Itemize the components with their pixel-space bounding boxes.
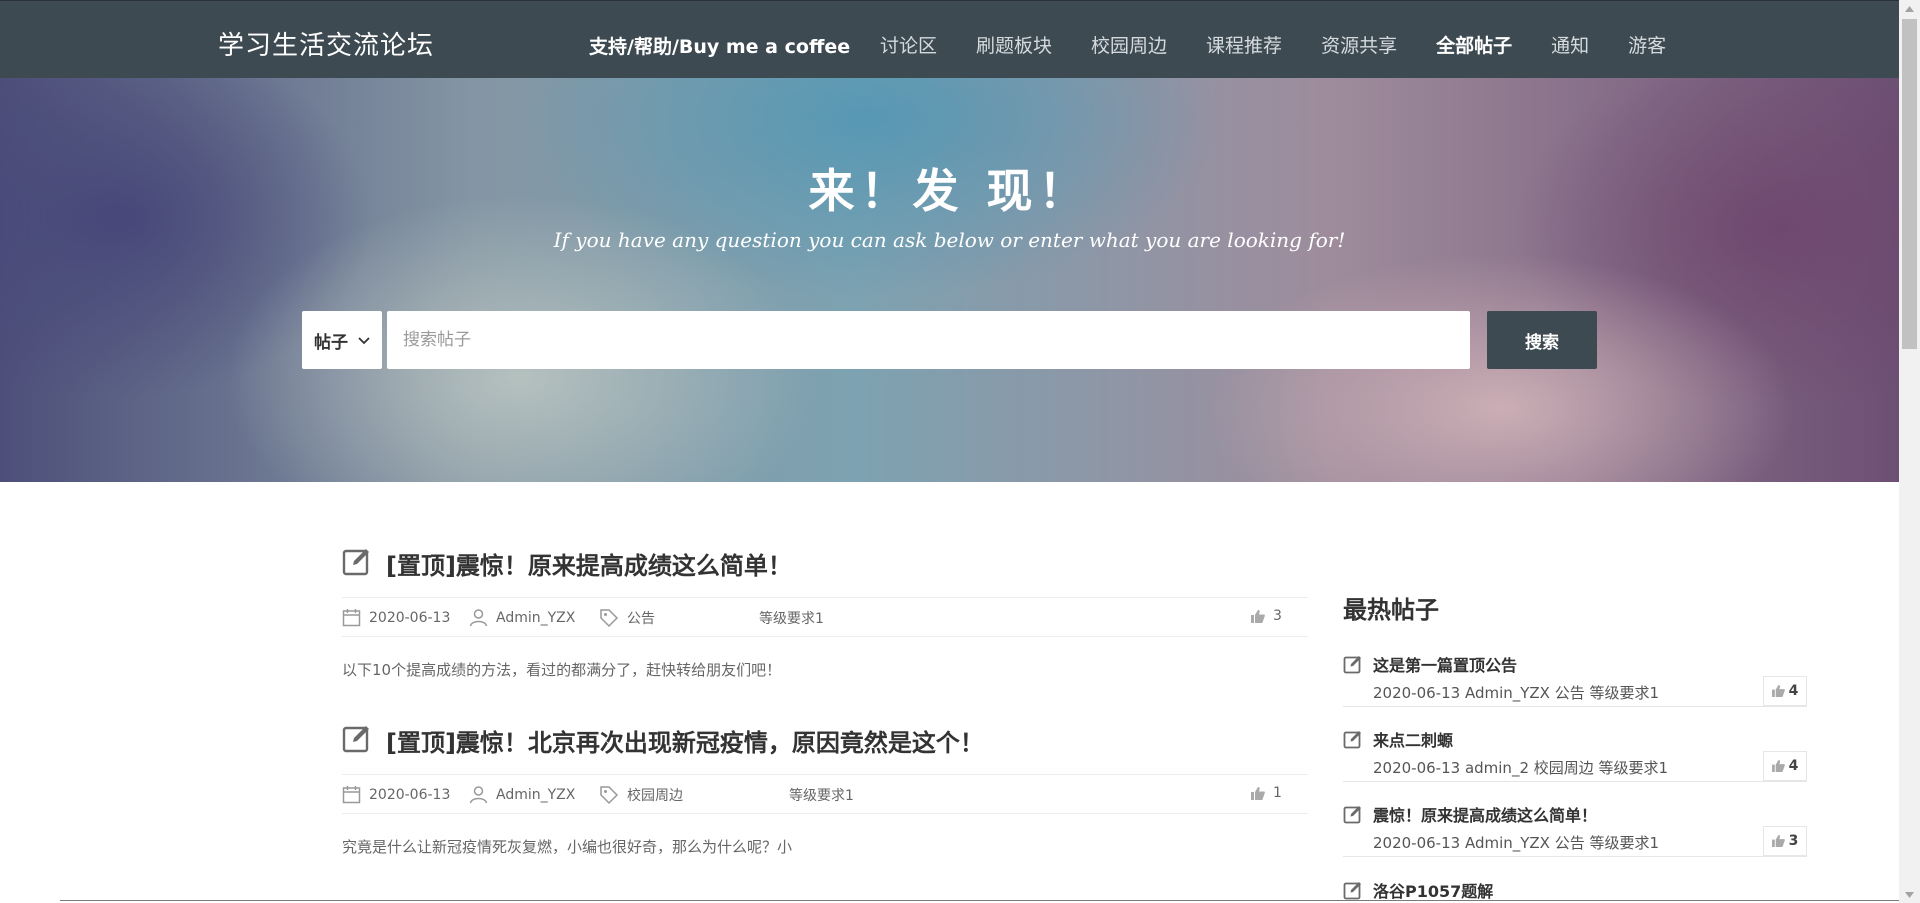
- post-card: [置顶]震惊！原来提高成绩这么简单！ 2020-06-13 Admin_YZX …: [342, 543, 1308, 680]
- post-meta: 2020-06-13 Admin_YZX 校园周边 等级要求1 1: [342, 774, 1308, 814]
- hot-post-meta: 2020-06-13 admin_2 校园周边 等级要求1: [1373, 759, 1669, 777]
- search-scope-select[interactable]: 帖子: [302, 311, 382, 369]
- post-level: 等级要求1: [759, 611, 824, 627]
- thumbs-up-icon: [1771, 685, 1785, 697]
- scrollbar-thumb[interactable]: [1902, 19, 1917, 349]
- post-meta: 2020-06-13 Admin_YZX 公告 等级要求1 3: [342, 597, 1308, 637]
- hot-post-meta: 2020-06-13 Admin_YZX 公告 等级要求1: [1373, 834, 1660, 852]
- search-input[interactable]: [387, 311, 1470, 369]
- scroll-down-arrow-icon[interactable]: [1899, 886, 1920, 903]
- nav-item-all-posts[interactable]: 全部帖子: [1436, 31, 1512, 58]
- nav-item-campus[interactable]: 校园周边: [1091, 31, 1167, 58]
- calendar-icon: [342, 609, 361, 627]
- user-icon: [469, 609, 488, 627]
- post-author[interactable]: Admin_YZX: [469, 608, 575, 627]
- post-title[interactable]: [置顶]震惊！原来提高成绩这么简单！: [386, 546, 792, 581]
- hot-post-meta: 2020-06-13 Admin_YZX 公告 等级要求1: [1373, 684, 1660, 702]
- thumbs-up-icon: [1251, 786, 1265, 800]
- post-card: [置顶]震惊！北京再次出现新冠疫情，原因竟然是这个！ 2020-06-13 Ad…: [342, 720, 1308, 857]
- post-level: 等级要求1: [789, 788, 854, 804]
- nav-item-resources[interactable]: 资源共享: [1321, 31, 1397, 58]
- thumbs-up-icon: [1771, 835, 1785, 847]
- edit-square-icon: [1343, 806, 1361, 824]
- post-tag[interactable]: 公告: [599, 608, 655, 628]
- edit-square-icon: [1343, 882, 1361, 900]
- main-nav: 讨论区 刷题板块 校园周边 课程推荐 资源共享 全部帖子 通知 游客: [880, 31, 1705, 58]
- tag-icon: [600, 786, 619, 805]
- hero-subtitle: If you have any question you can ask bel…: [553, 228, 1346, 252]
- post-excerpt: 究竟是什么让新冠疫情死灰复燃，小编也很好奇，那么为什么呢？小: [342, 838, 793, 856]
- hot-post-likes[interactable]: 4: [1763, 751, 1807, 781]
- hero-title: 来！发 现！: [808, 164, 1091, 218]
- nav-item-guest[interactable]: 游客: [1628, 31, 1666, 58]
- site-brand[interactable]: 学习生活交流论坛: [218, 25, 434, 62]
- edit-square-icon: [342, 723, 372, 757]
- post-tag[interactable]: 校园周边: [599, 785, 683, 805]
- nav-item-discussion[interactable]: 讨论区: [880, 31, 937, 58]
- user-icon: [469, 786, 488, 804]
- nav-item-practice[interactable]: 刷题板块: [976, 31, 1052, 58]
- sidebar-title: 最热帖子: [1343, 596, 1439, 624]
- search-button[interactable]: 搜索: [1487, 311, 1597, 369]
- edit-square-icon: [1343, 656, 1361, 674]
- calendar-icon: [342, 786, 361, 804]
- post-date: 2020-06-13: [342, 785, 450, 804]
- support-link[interactable]: 支持/帮助/Buy me a coffee: [589, 32, 850, 59]
- thumbs-up-icon: [1771, 760, 1785, 772]
- search-scope-value: 帖子: [314, 332, 348, 353]
- edit-square-icon: [342, 546, 372, 580]
- thumbs-up-icon: [1251, 609, 1265, 623]
- tag-icon: [600, 609, 619, 628]
- bottom-divider: [60, 900, 1899, 901]
- hot-post-likes[interactable]: 3: [1763, 826, 1807, 856]
- hot-posts-sidebar: 最热帖子 这是第一篇置顶公告 2020-06-13 Admin_YZX 公告 等…: [1343, 590, 1807, 901]
- chevron-down-icon: [358, 330, 370, 350]
- post-likes[interactable]: 3: [1251, 608, 1282, 624]
- post-author[interactable]: Admin_YZX: [469, 785, 575, 804]
- scroll-up-arrow-icon[interactable]: [1899, 0, 1920, 17]
- nav-item-courses[interactable]: 课程推荐: [1206, 31, 1282, 58]
- post-date: 2020-06-13: [342, 608, 450, 627]
- post-title[interactable]: [置顶]震惊！北京再次出现新冠疫情，原因竟然是这个！: [386, 723, 984, 758]
- post-excerpt: 以下10个提高成绩的方法，看过的都满分了，赶快转给朋友们吧！: [342, 661, 782, 679]
- top-navbar: 学习生活交流论坛 支持/帮助/Buy me a coffee 讨论区 刷题板块 …: [0, 0, 1899, 78]
- post-likes[interactable]: 1: [1251, 785, 1282, 801]
- hot-post-likes[interactable]: 4: [1763, 676, 1807, 706]
- nav-item-notifications[interactable]: 通知: [1551, 31, 1589, 58]
- page-scrollbar[interactable]: [1899, 0, 1920, 903]
- edit-square-icon: [1343, 731, 1361, 749]
- hero-banner: 来！发 现！ If you have any question you can …: [0, 78, 1899, 482]
